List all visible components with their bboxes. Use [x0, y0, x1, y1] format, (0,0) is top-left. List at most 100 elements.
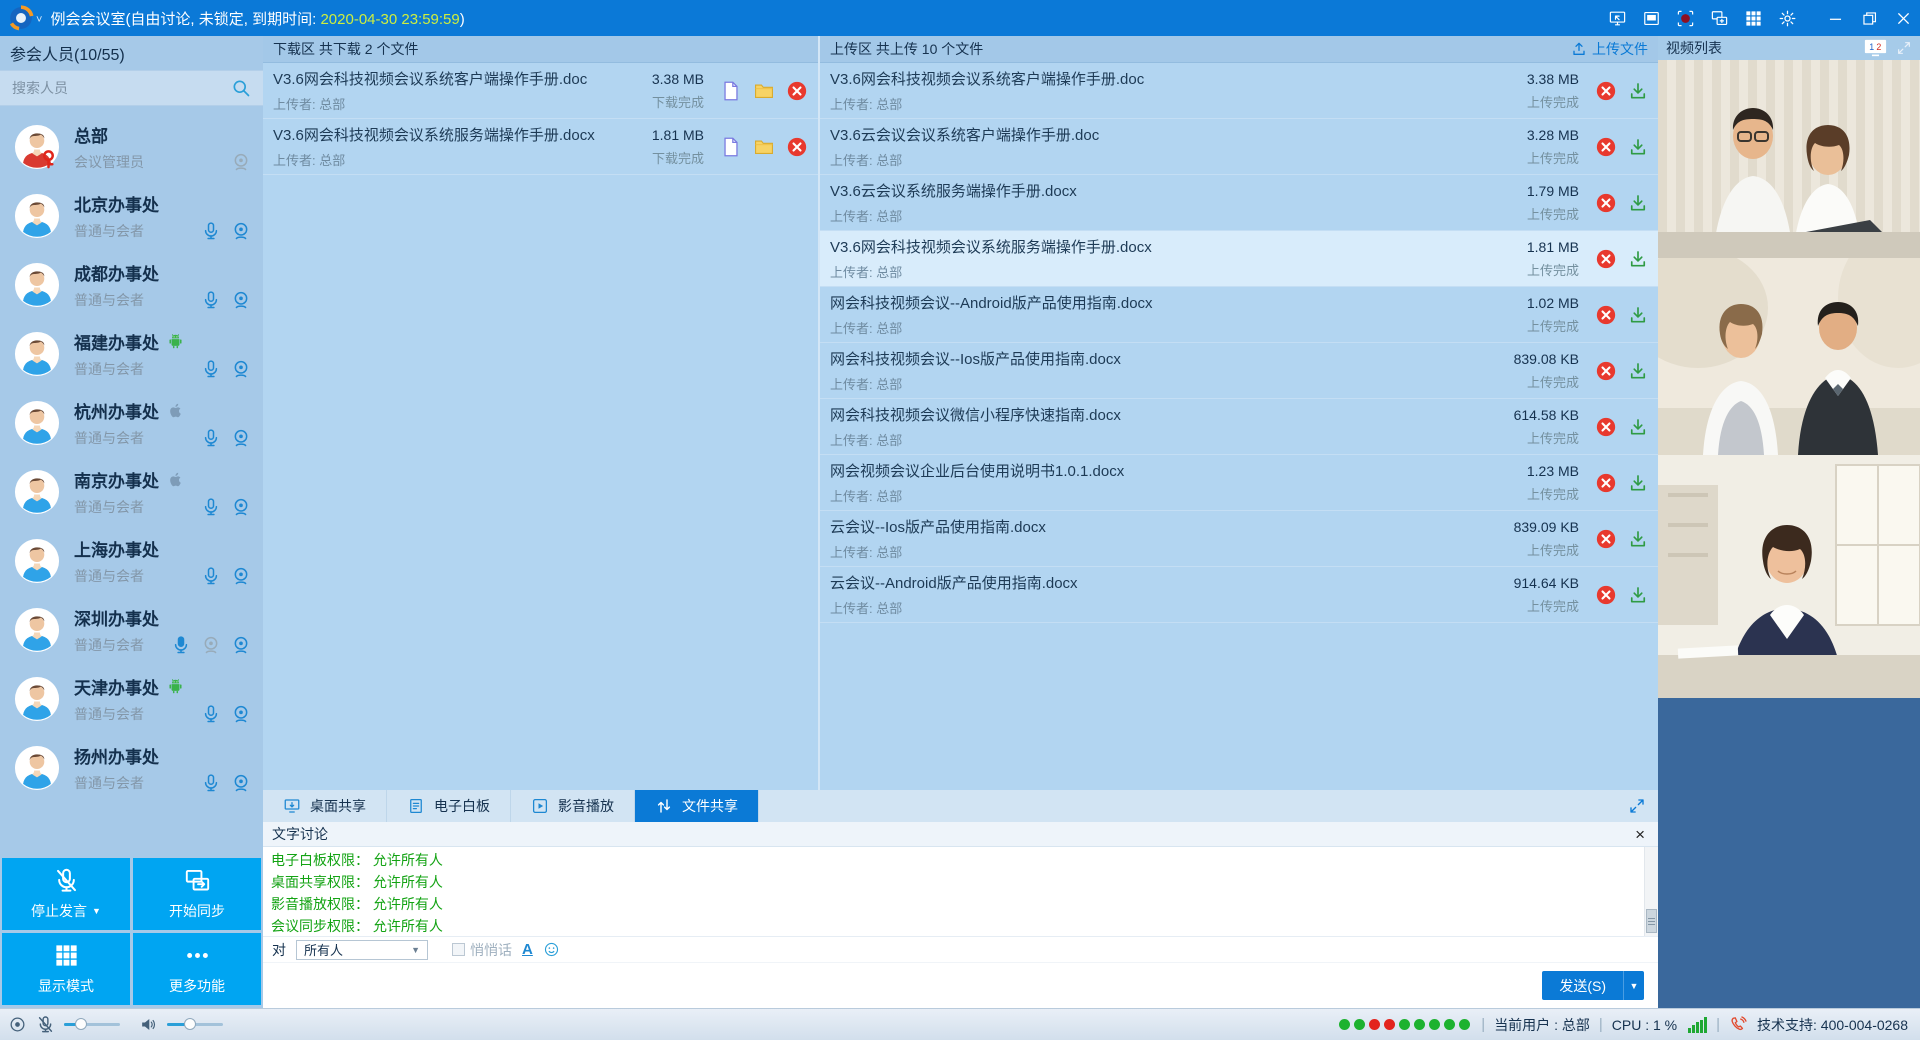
remove-icon[interactable]: [786, 80, 808, 102]
video-feed-2[interactable]: [1658, 258, 1920, 455]
download-icon[interactable]: [1628, 305, 1648, 325]
participant-row[interactable]: 成都办事处普通与会者: [0, 250, 263, 319]
download-icon[interactable]: [1628, 417, 1648, 437]
file-row[interactable]: V3.6网会科技视频会议系统客户端操作手册.doc上传者: 总部3.38 MB上…: [820, 63, 1658, 119]
minimize-icon[interactable]: [1818, 0, 1852, 36]
tab-whiteboard[interactable]: 电子白板: [387, 790, 511, 822]
mic-icon[interactable]: [201, 221, 221, 241]
mic-icon[interactable]: [201, 566, 221, 586]
remove-icon[interactable]: [1595, 192, 1617, 214]
remove-icon[interactable]: [1595, 528, 1617, 550]
camera-icon[interactable]: [231, 704, 251, 724]
mic-icon[interactable]: [201, 704, 221, 724]
download-icon[interactable]: [1628, 585, 1648, 605]
mic-icon[interactable]: [201, 773, 221, 793]
file-row[interactable]: 云会议--Ios版产品使用指南.docx上传者: 总部839.09 KB上传完成: [820, 511, 1658, 567]
speaker-volume-slider[interactable]: [167, 1023, 223, 1026]
display-mode-icon[interactable]: [1634, 0, 1668, 36]
remove-icon[interactable]: [1595, 304, 1617, 326]
file-row[interactable]: V3.6云会议系统服务端操作手册.docx上传者: 总部1.79 MB上传完成: [820, 175, 1658, 231]
scrollbar-thumb[interactable]: [1646, 909, 1657, 933]
expand-icon[interactable]: [1896, 40, 1912, 56]
mic-icon[interactable]: [201, 497, 221, 517]
download-icon[interactable]: [1628, 361, 1648, 381]
video-feed-1[interactable]: [1658, 60, 1920, 258]
settings-icon[interactable]: [1770, 0, 1804, 36]
display-mode-button[interactable]: 显示模式: [2, 933, 130, 1005]
file-row[interactable]: V3.6网会科技视频会议系统客户端操作手册.doc上传者: 总部3.38 MB下…: [263, 63, 818, 119]
camera-icon[interactable]: [231, 428, 251, 448]
download-icon[interactable]: [1628, 81, 1648, 101]
start-sync-button[interactable]: 开始同步: [133, 858, 261, 930]
recipient-select[interactable]: 所有人 ▼: [296, 940, 428, 960]
camera-icon[interactable]: [231, 635, 251, 655]
download-icon[interactable]: [1628, 529, 1648, 549]
stop-speaking-button[interactable]: 停止发言▼: [2, 858, 130, 930]
file-row[interactable]: 网会科技视频会议微信小程序快速指南.docx上传者: 总部614.58 KB上传…: [820, 399, 1658, 455]
close-icon[interactable]: ×: [1631, 826, 1649, 843]
participant-row[interactable]: 深圳办事处普通与会者: [0, 595, 263, 664]
camera-gray-icon[interactable]: [201, 635, 221, 655]
participant-row[interactable]: 福建办事处普通与会者: [0, 319, 263, 388]
speaker-icon[interactable]: [139, 1015, 158, 1034]
mic-filled-icon[interactable]: [171, 635, 191, 655]
folder-icon[interactable]: [753, 136, 775, 158]
file-row[interactable]: V3.6云会议会议系统客户端操作手册.doc上传者: 总部3.28 MB上传完成: [820, 119, 1658, 175]
video-feed-3[interactable]: [1658, 455, 1920, 698]
chat-scrollbar[interactable]: [1644, 847, 1658, 936]
restore-icon[interactable]: [1852, 0, 1886, 36]
tab-file-share[interactable]: 文件共享: [635, 790, 759, 822]
file-row[interactable]: 网会科技视频会议--Android版产品使用指南.docx上传者: 总部1.02…: [820, 287, 1658, 343]
doc-file-icon[interactable]: [720, 80, 742, 102]
camera-gray-icon[interactable]: [231, 152, 251, 172]
send-options-caret[interactable]: ▼: [1623, 971, 1644, 1000]
fullscreen-icon[interactable]: [1628, 797, 1646, 815]
download-icon[interactable]: [1628, 473, 1648, 493]
download-icon[interactable]: [1628, 137, 1648, 157]
remove-icon[interactable]: [786, 136, 808, 158]
app-grid-icon[interactable]: [1736, 0, 1770, 36]
participant-row[interactable]: 扬州办事处普通与会者: [0, 733, 263, 802]
close-icon[interactable]: [1886, 0, 1920, 36]
remove-icon[interactable]: [1595, 248, 1617, 270]
mic-icon[interactable]: [201, 290, 221, 310]
file-row[interactable]: 网会科技视频会议--Ios版产品使用指南.docx上传者: 总部839.08 K…: [820, 343, 1658, 399]
message-input[interactable]: 发送(S) ▼: [263, 962, 1658, 1008]
chevron-down-icon[interactable]: ˅: [36, 14, 42, 26]
folder-icon[interactable]: [753, 80, 775, 102]
remove-icon[interactable]: [1595, 472, 1617, 494]
screen-share-icon[interactable]: [1600, 0, 1634, 36]
file-row[interactable]: V3.6网会科技视频会议系统服务端操作手册.docx上传者: 总部1.81 MB…: [820, 231, 1658, 287]
camera-icon[interactable]: [231, 359, 251, 379]
sync-screens-icon[interactable]: [1702, 0, 1736, 36]
more-functions-button[interactable]: 更多功能: [133, 933, 261, 1005]
send-button[interactable]: 发送(S): [1542, 971, 1623, 1000]
font-button[interactable]: A: [522, 941, 533, 958]
record-icon[interactable]: [1668, 0, 1702, 36]
remove-icon[interactable]: [1595, 584, 1617, 606]
download-icon[interactable]: [1628, 249, 1648, 269]
participant-row[interactable]: 上海办事处普通与会者: [0, 526, 263, 595]
file-row[interactable]: 网会视频会议企业后台使用说明书1.0.1.docx上传者: 总部1.23 MB上…: [820, 455, 1658, 511]
layout-1-2-icon[interactable]: 12: [1864, 39, 1887, 57]
remove-icon[interactable]: [1595, 80, 1617, 102]
search-icon[interactable]: [231, 78, 251, 98]
download-icon[interactable]: [1628, 193, 1648, 213]
remove-icon[interactable]: [1595, 136, 1617, 158]
file-row[interactable]: 云会议--Android版产品使用指南.docx上传者: 总部914.64 KB…: [820, 567, 1658, 623]
tab-media-play[interactable]: 影音播放: [511, 790, 635, 822]
camera-icon[interactable]: [231, 221, 251, 241]
remove-icon[interactable]: [1595, 416, 1617, 438]
camera-icon[interactable]: [231, 773, 251, 793]
mic-icon[interactable]: [201, 428, 221, 448]
doc-file-icon[interactable]: [720, 136, 742, 158]
remove-icon[interactable]: [1595, 360, 1617, 382]
camera-icon[interactable]: [231, 290, 251, 310]
camera-icon[interactable]: [231, 497, 251, 517]
camera-icon[interactable]: [231, 566, 251, 586]
participant-row[interactable]: 天津办事处普通与会者: [0, 664, 263, 733]
mic-icon[interactable]: [201, 359, 221, 379]
participant-row[interactable]: 杭州办事处普通与会者: [0, 388, 263, 457]
participant-row[interactable]: 总部会议管理员: [0, 112, 263, 181]
mic-volume-slider[interactable]: [64, 1023, 120, 1026]
